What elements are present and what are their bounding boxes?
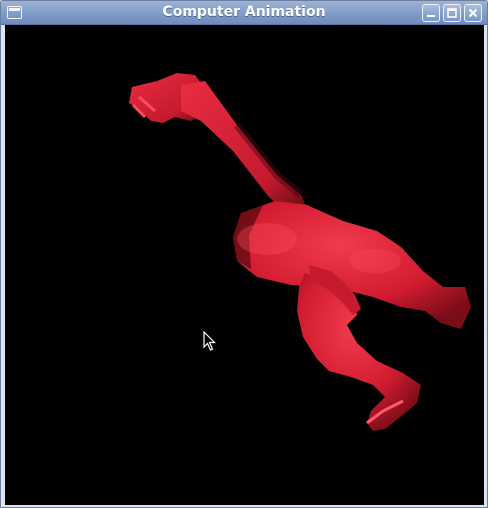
opengl-viewport[interactable] — [5, 25, 484, 505]
maximize-icon — [447, 8, 457, 18]
minimize-button[interactable] — [422, 4, 440, 22]
minimize-icon — [427, 15, 435, 17]
animated-character-model — [129, 73, 471, 431]
close-icon — [468, 8, 478, 18]
close-button[interactable] — [464, 4, 482, 22]
mouse-cursor-icon — [203, 331, 216, 351]
title-bar[interactable]: Computer Animation — [1, 1, 487, 25]
window-title: Computer Animation — [162, 4, 326, 20]
application-window: Computer Animation — [0, 0, 488, 508]
maximize-button[interactable] — [443, 4, 461, 22]
